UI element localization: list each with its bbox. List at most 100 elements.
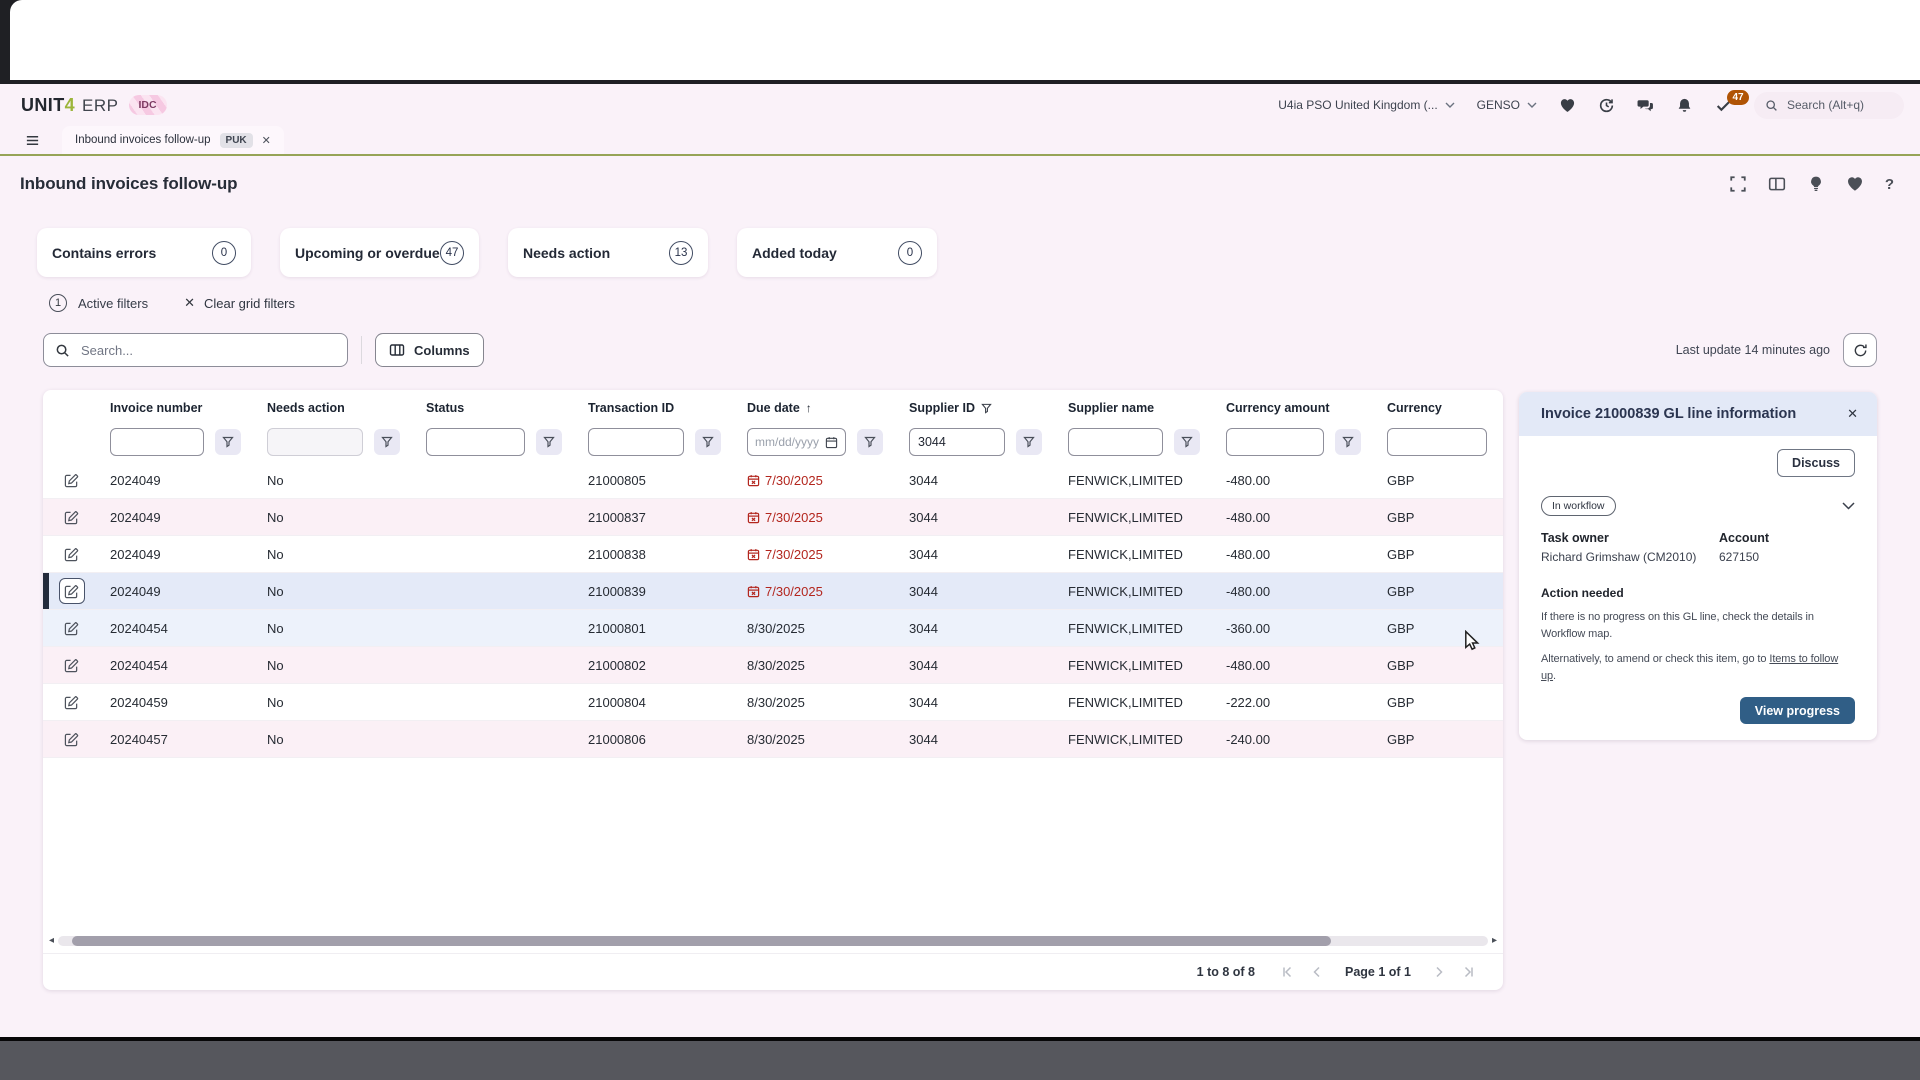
due-date-cell: 7/30/2025 <box>737 584 899 599</box>
row-edit-button[interactable] <box>59 689 85 715</box>
needs-action-cell: No <box>257 473 416 488</box>
tab-close-icon[interactable]: ✕ <box>262 134 271 147</box>
currency-amount-cell: -480.00 <box>1216 547 1377 562</box>
row-edit-button[interactable] <box>59 615 85 641</box>
due-date-cell: 8/30/2025 <box>737 658 899 673</box>
col-supplier-name[interactable]: Supplier name <box>1058 394 1216 422</box>
currency-amount-cell: -222.00 <box>1216 695 1377 710</box>
workflow-status-badge: In workflow <box>1541 496 1616 516</box>
account-label: Account <box>1719 531 1855 545</box>
col-status[interactable]: Status <box>416 394 578 422</box>
history-icon[interactable] <box>1598 97 1615 114</box>
last-page-icon[interactable] <box>1463 966 1475 978</box>
favorite-heart-icon[interactable] <box>1846 175 1864 193</box>
filter-applied-icon <box>981 403 992 414</box>
currency-amount-cell: -480.00 <box>1216 658 1377 673</box>
funnel-icon[interactable] <box>536 429 562 455</box>
messages-icon[interactable] <box>1637 97 1654 114</box>
clear-grid-filters-button[interactable]: ✕ Clear grid filters <box>184 295 295 311</box>
status-filter-input[interactable] <box>426 428 525 456</box>
tasks-check-icon[interactable]: 47 <box>1715 97 1732 114</box>
global-search-input[interactable] <box>1785 97 1890 113</box>
environment-selector[interactable]: GENSO <box>1477 98 1537 112</box>
table-row[interactable]: 2024049 No 21000838 7/30/2025 3044 FENWI… <box>43 536 1503 573</box>
help-icon[interactable]: ? <box>1885 176 1894 193</box>
columns-button[interactable]: Columns <box>375 333 484 367</box>
funnel-icon[interactable] <box>374 429 400 455</box>
row-edit-button[interactable] <box>59 504 85 530</box>
pencil-square-icon <box>64 547 79 562</box>
chevron-down-icon[interactable] <box>1842 502 1855 510</box>
scroll-left-icon[interactable]: ◂ <box>49 936 54 946</box>
card-needs-action[interactable]: Needs action 13 <box>508 228 708 277</box>
currency-amount-filter-input[interactable] <box>1226 428 1324 456</box>
taskbar-area <box>0 1041 1920 1080</box>
active-filters-label[interactable]: Active filters <box>78 296 148 311</box>
previous-page-icon[interactable] <box>1311 966 1323 978</box>
due-date-filter-input[interactable]: mm/dd/yyyy <box>747 428 846 456</box>
next-page-icon[interactable] <box>1433 966 1445 978</box>
layout-columns-icon[interactable] <box>1768 175 1786 193</box>
col-needs-action[interactable]: Needs action <box>257 394 416 422</box>
supplier-name-filter-input[interactable] <box>1068 428 1163 456</box>
refresh-button[interactable] <box>1843 333 1877 367</box>
funnel-icon[interactable] <box>215 429 241 455</box>
discuss-button[interactable]: Discuss <box>1777 449 1855 477</box>
table-row[interactable]: 20240457 No 21000806 8/30/2025 3044 FENW… <box>43 721 1503 758</box>
col-supplier-id[interactable]: Supplier ID <box>899 394 1058 422</box>
row-edit-button[interactable] <box>59 652 85 678</box>
transaction-id-filter-input[interactable] <box>588 428 684 456</box>
table-row[interactable]: 2024049 No 21000837 7/30/2025 3044 FENWI… <box>43 499 1503 536</box>
table-row[interactable]: 20240454 No 21000801 8/30/2025 3044 FENW… <box>43 610 1503 647</box>
scrollbar-thumb[interactable] <box>72 936 1330 946</box>
card-upcoming-overdue[interactable]: Upcoming or overdue 47 <box>280 228 479 277</box>
invoice-number-filter-input[interactable] <box>110 428 204 456</box>
row-edit-button[interactable] <box>59 578 85 604</box>
scrollbar-track[interactable] <box>58 936 1488 946</box>
calendar-icon[interactable] <box>825 436 838 449</box>
table-row[interactable]: 2024049 No 21000805 7/30/2025 3044 FENWI… <box>43 462 1503 499</box>
col-transaction-id[interactable]: Transaction ID <box>578 394 737 422</box>
company-selector[interactable]: U4ia PSO United Kingdom (... <box>1278 98 1454 112</box>
needs-action-filter-input <box>267 428 363 456</box>
row-edit-button[interactable] <box>59 541 85 567</box>
card-added-today[interactable]: Added today 0 <box>737 228 937 277</box>
close-icon[interactable]: ✕ <box>1845 404 1860 424</box>
col-currency-amount[interactable]: Currency amount <box>1216 394 1377 422</box>
scroll-right-icon[interactable]: ▸ <box>1492 936 1497 946</box>
edit-cell <box>43 467 100 493</box>
row-edit-button[interactable] <box>59 726 85 752</box>
fullscreen-icon[interactable] <box>1729 175 1747 193</box>
first-page-icon[interactable] <box>1281 966 1293 978</box>
grid-search-input[interactable] <box>79 342 336 359</box>
card-contains-errors[interactable]: Contains errors 0 <box>37 228 251 277</box>
funnel-icon[interactable] <box>857 429 883 455</box>
edit-cell <box>43 541 100 567</box>
funnel-icon[interactable] <box>1174 429 1200 455</box>
table-row[interactable]: 20240459 No 21000804 8/30/2025 3044 FENW… <box>43 684 1503 721</box>
lightbulb-icon[interactable] <box>1807 175 1825 193</box>
transaction-id-cell: 21000837 <box>578 510 737 525</box>
col-invoice-number[interactable]: Invoice number <box>100 394 257 422</box>
funnel-icon[interactable] <box>1016 429 1042 455</box>
tab-inbound-invoices[interactable]: Inbound invoices follow-up PUK ✕ <box>62 126 284 154</box>
notifications-bell-icon[interactable] <box>1676 97 1693 114</box>
table-row[interactable]: 2024049 No 21000839 7/30/2025 3044 FENWI… <box>43 573 1503 610</box>
row-edit-button[interactable] <box>59 467 85 493</box>
favorites-heart-icon[interactable] <box>1559 97 1576 114</box>
funnel-icon[interactable] <box>695 429 721 455</box>
account-value: 627150 <box>1719 550 1855 564</box>
global-search[interactable] <box>1754 92 1904 119</box>
supplier-id-filter-input[interactable] <box>909 428 1005 456</box>
needs-action-cell: No <box>257 695 416 710</box>
menu-hamburger-icon[interactable] <box>18 126 46 154</box>
currency-filter-input[interactable] <box>1387 428 1487 456</box>
due-date-cell: 7/30/2025 <box>737 473 899 488</box>
col-due-date[interactable]: Due date↑ <box>737 394 899 422</box>
col-currency[interactable]: Currency <box>1377 394 1503 422</box>
edit-cell <box>43 652 100 678</box>
funnel-icon[interactable] <box>1335 429 1361 455</box>
grid-search[interactable] <box>43 333 348 367</box>
view-progress-button[interactable]: View progress <box>1740 697 1855 724</box>
table-row[interactable]: 20240454 No 21000802 8/30/2025 3044 FENW… <box>43 647 1503 684</box>
